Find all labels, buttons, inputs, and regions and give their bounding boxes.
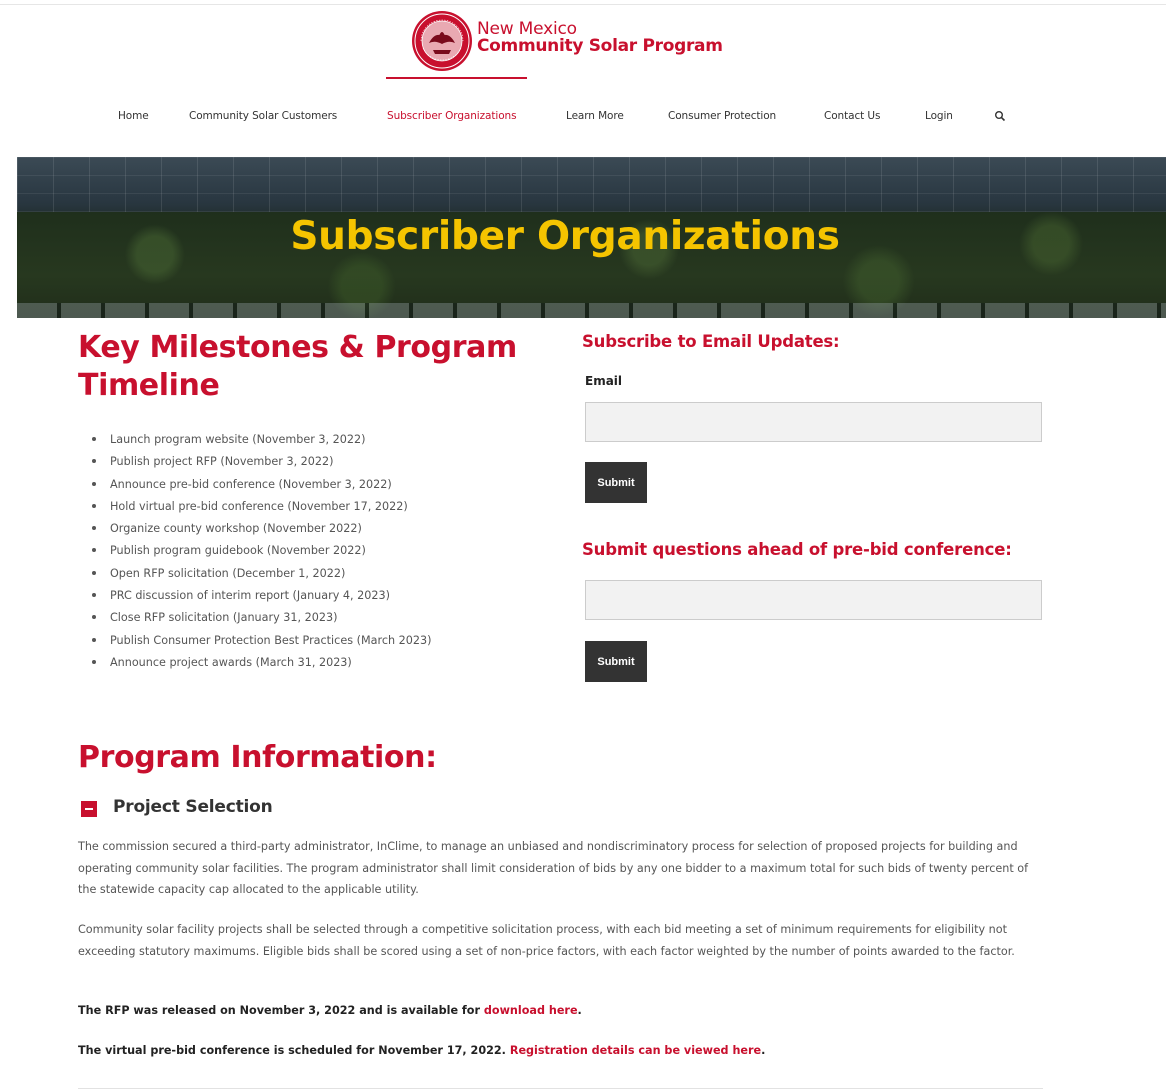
email-label: Email [585,374,623,388]
minus-icon[interactable] [81,801,97,817]
hero-solar-panels [17,157,1166,217]
list-item: Open RFP solicitation (December 1, 2022) [92,566,522,588]
nav-item-home[interactable]: Home [118,110,149,122]
subscribe-heading: Subscribe to Email Updates: [582,332,840,351]
list-item: Organize county workshop (November 2022) [92,521,522,543]
project-selection-toggle[interactable]: Project Selection [113,797,273,817]
milestones-list: Launch program website (November 3, 2022… [92,432,522,677]
registration-details-link[interactable]: Registration details can be viewed here [510,1044,761,1057]
list-item: PRC discussion of interim report (Januar… [92,588,522,610]
hero-bottom-panels [17,303,1166,318]
nav-item-contact-us[interactable]: Contact Us [824,110,880,122]
project-selection-paragraph-1: The commission secured a third-party adm… [78,840,1029,896]
list-item: Publish project RFP (November 3, 2022) [92,454,522,476]
logo-title-line2: Community Solar Program [477,36,723,56]
nav-item-consumer-protection[interactable]: Consumer Protection [668,110,776,122]
rfp-release-text: The RFP was released on November 3, 2022… [78,1004,484,1017]
logo-underline [386,77,527,79]
rfp-release-line: The RFP was released on November 3, 2022… [78,1004,582,1017]
questions-heading: Submit questions ahead of pre-bid confer… [582,540,1012,559]
list-item: Announce project awards (March 31, 2023) [92,655,522,677]
email-field[interactable] [585,402,1042,442]
nav-item-subscriber-organizations[interactable]: Subscriber Organizations [387,110,517,122]
questions-submit-button[interactable]: Submit [585,641,647,682]
nav-item-learn-more[interactable]: Learn More [566,110,624,122]
program-info-heading: Program Information: [78,740,437,775]
rfp-release-end: . [577,1004,582,1017]
search-icon[interactable] [994,110,1006,122]
rfp-download-link[interactable]: download here [484,1004,578,1017]
milestones-heading: Key Milestones & Program Timeline [78,330,517,403]
nav-item-community-solar-customers[interactable]: Community Solar Customers [189,110,337,122]
list-item: Announce pre-bid conference (November 3,… [92,477,522,499]
list-item: Publish program guidebook (November 2022… [92,543,522,565]
project-selection-paragraph-2: Community solar facility projects shall … [78,923,1015,958]
section-divider [78,1088,1043,1089]
questions-field[interactable] [585,580,1042,620]
nav-item-login[interactable]: Login [925,110,953,122]
prebid-conference-text: The virtual pre-bid conference is schedu… [78,1044,510,1057]
subscribe-submit-button[interactable]: Submit [585,462,647,503]
list-item: Close RFP solicitation (January 31, 2023… [92,610,522,632]
site-logo[interactable]: New Mexico Community Solar Program [411,10,723,72]
list-item: Publish Consumer Protection Best Practic… [92,633,522,655]
top-border [0,0,1166,5]
prebid-conference-end: . [761,1044,766,1057]
prebid-conference-line: The virtual pre-bid conference is schedu… [78,1044,765,1057]
list-item: Launch program website (November 3, 2022… [92,432,522,454]
main-nav: Home Community Solar Customers Subscribe… [0,110,1166,128]
state-seal-icon [412,11,472,71]
page-title: Subscriber Organizations [290,214,840,259]
list-item: Hold virtual pre-bid conference (Novembe… [92,499,522,521]
